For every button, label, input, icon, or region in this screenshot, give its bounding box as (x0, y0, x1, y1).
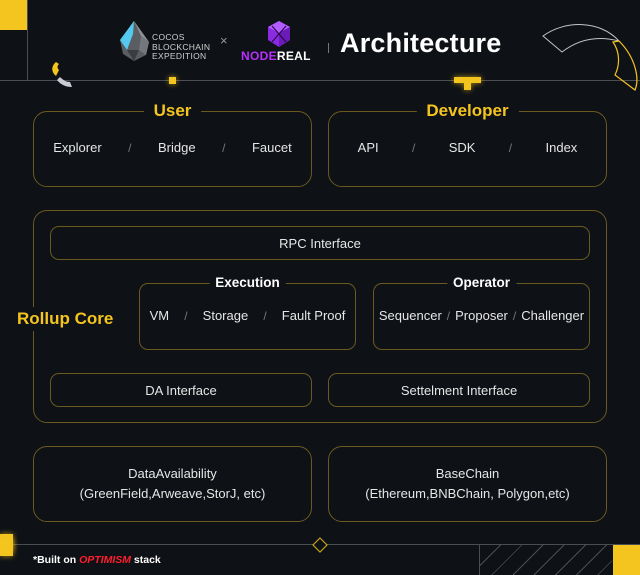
operator-title: Operator (446, 275, 517, 291)
base-chain-title: BaseChain (435, 466, 500, 481)
developer-title: Developer (416, 101, 519, 121)
separator: / (446, 308, 451, 323)
data-availability-title: DataAvailability (128, 466, 217, 481)
cocos-logo-text: COCOS BLOCKCHAIN EXPEDITION (152, 32, 210, 62)
developer-item-sdk: SDK (448, 140, 476, 155)
operator-item-proposer: Proposer (455, 308, 508, 323)
execution-item-vm: VM (149, 308, 170, 323)
corner-block-top-left (0, 0, 27, 30)
da-interface-label: DA Interface (145, 382, 217, 398)
user-item-explorer: Explorer (53, 140, 102, 155)
cocos-logo-icon (120, 21, 149, 61)
cocos-line-3: EXPEDITION (152, 51, 207, 61)
nodereal-cube-icon (268, 21, 290, 47)
operator-box: Operator Sequencer / Proposer / Challeng… (373, 275, 590, 350)
data-availability-content: DataAvailability (GreenField,Arweave,Sto… (34, 447, 311, 521)
user-box: User Explorer / Bridge / Faucet (33, 101, 312, 187)
page-title: Architecture (340, 28, 502, 58)
separator: / (222, 140, 226, 155)
separator: / (184, 308, 188, 323)
left-frame-line (27, 0, 28, 80)
header-marker-t-stem (464, 83, 471, 90)
plus-shape-left-arm (0, 540, 13, 550)
separator: / (412, 140, 416, 155)
rpc-interface-label: RPC Interface (279, 235, 361, 251)
separator: / (512, 308, 517, 323)
data-availability-detail: (GreenField,Arweave,StorJ, etc) (79, 486, 266, 501)
execution-items: VM / Storage / Fault Proof (140, 308, 355, 323)
footer-suffix: stack (131, 554, 161, 566)
user-items: Explorer / Bridge / Faucet (34, 140, 311, 155)
base-chain-box: BaseChain (Ethereum,BNBChain, Polygon,et… (328, 446, 607, 522)
decorative-arc-right-icon (542, 24, 638, 91)
optimism-highlight: OPTIMISM (79, 554, 131, 566)
rpc-interface-box: RPC Interface (50, 226, 590, 260)
settlement-interface-box: Settelment Interface (328, 373, 590, 407)
separator: / (128, 140, 132, 155)
separator: / (508, 140, 513, 155)
nodereal-part-2: REAL (276, 49, 311, 63)
execution-item-fault-proof: Fault Proof (281, 308, 346, 323)
base-chain-detail: (Ethereum,BNBChain, Polygon,etc) (365, 486, 570, 501)
decorative-arc-left-icon (52, 62, 72, 87)
hatched-decoration (479, 545, 612, 575)
execution-box: Execution VM / Storage / Fault Proof (139, 275, 356, 350)
separator: / (263, 308, 267, 323)
header-marker-square (169, 77, 176, 84)
nodereal-part-1: NODE (241, 49, 277, 63)
corner-block-bottom-right (613, 545, 640, 575)
nodereal-logo-text: NODEREAL (241, 49, 311, 63)
developer-box: Developer API / SDK / Index (328, 101, 607, 187)
rollup-core-label: Rollup Core (17, 307, 114, 331)
developer-items: API / SDK / Index (329, 140, 606, 155)
data-availability-box: DataAvailability (GreenField,Arweave,Sto… (33, 446, 312, 522)
developer-item-api: API (357, 140, 379, 155)
user-item-faucet: Faucet (251, 140, 292, 155)
footer-prefix: *Built on (33, 554, 80, 566)
base-chain-content: BaseChain (Ethereum,BNBChain, Polygon,et… (329, 447, 606, 521)
settlement-interface-label: Settelment Interface (400, 382, 518, 398)
diamond-marker-icon (312, 537, 328, 553)
execution-item-storage: Storage (202, 308, 249, 323)
collab-cross: × (220, 33, 228, 48)
operator-item-challenger: Challenger (521, 308, 585, 323)
operator-items: Sequencer / Proposer / Challenger (374, 308, 589, 323)
user-title: User (143, 101, 202, 121)
operator-item-sequencer: Sequencer (378, 308, 442, 323)
footer-note: *Built on OPTIMISM stack (33, 554, 161, 566)
user-item-bridge: Bridge (158, 140, 196, 155)
execution-title: Execution (209, 275, 286, 291)
developer-item-index: Index (545, 140, 578, 155)
da-interface-box: DA Interface (50, 373, 312, 407)
header-separator (328, 43, 329, 53)
